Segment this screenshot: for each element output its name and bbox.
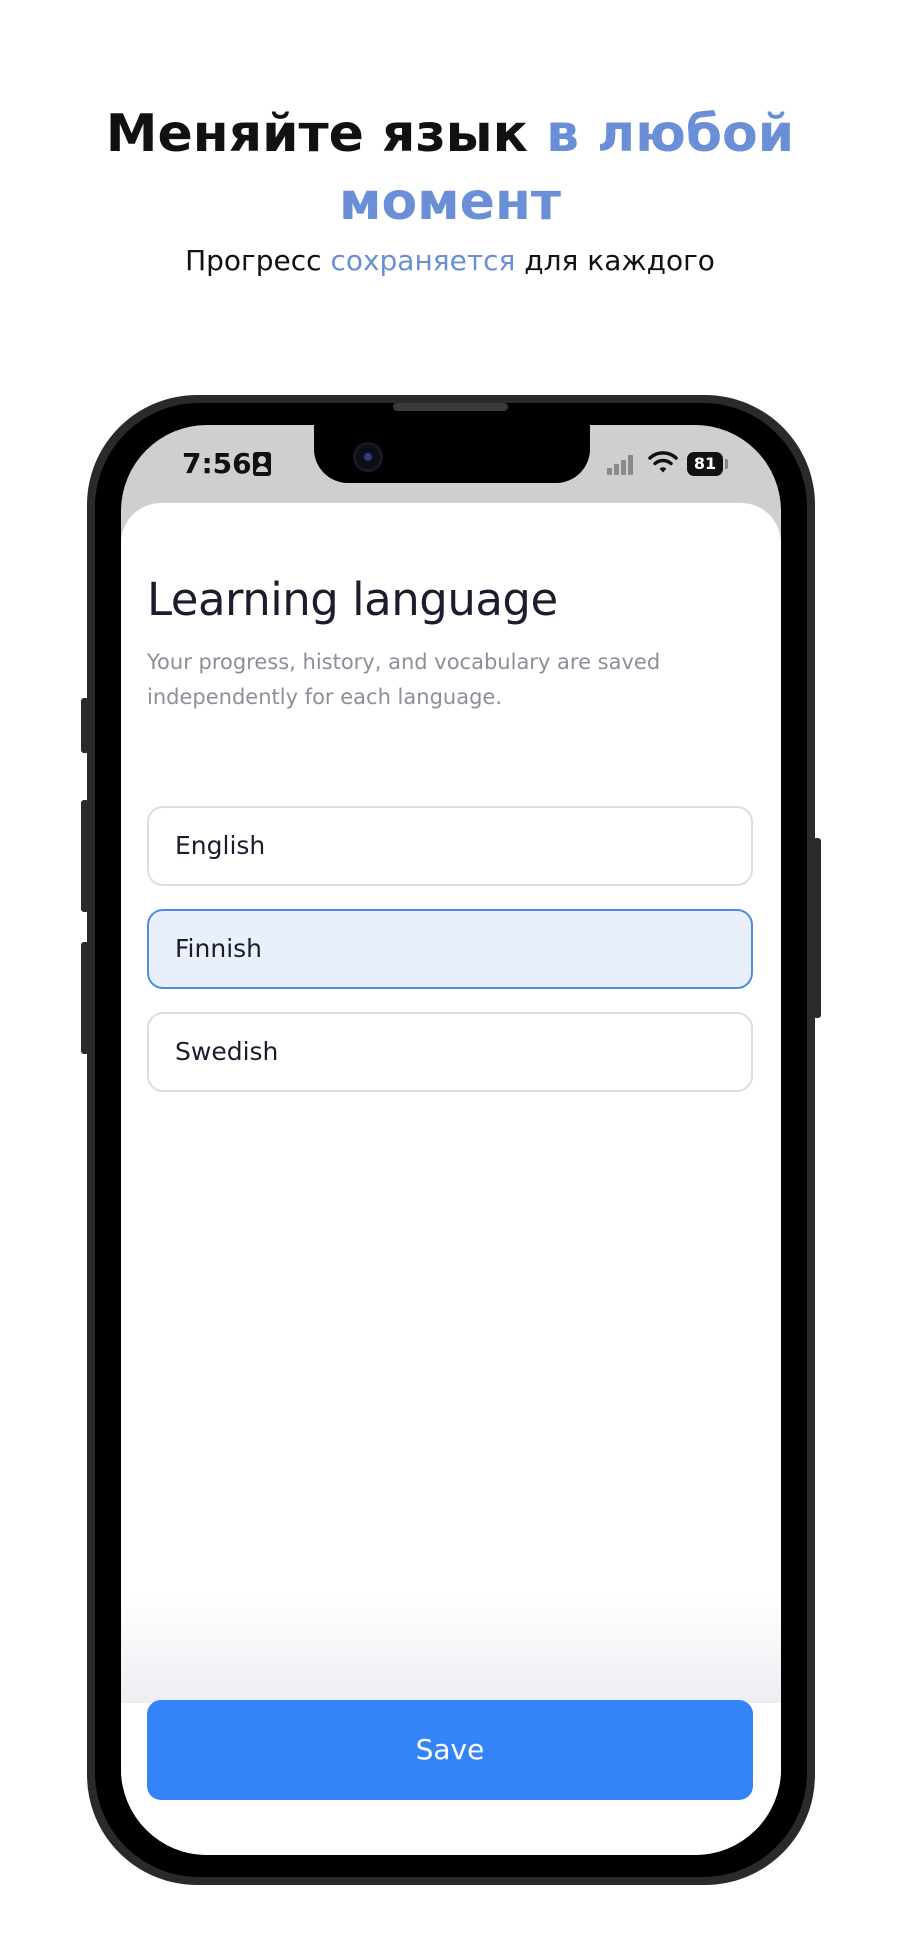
- language-sheet: Learning language Your progress, history…: [121, 503, 781, 1855]
- signal-icon: [607, 453, 641, 475]
- promo-subline: Прогресс сохраняется для каждого: [0, 244, 900, 277]
- wifi-icon: [648, 451, 678, 473]
- language-option-swedish[interactable]: Swedish: [147, 1012, 753, 1092]
- status-time: 7:56: [182, 447, 252, 480]
- battery-icon: 81: [687, 452, 723, 476]
- front-camera-icon: [353, 442, 383, 472]
- page-title: Learning language: [147, 573, 558, 626]
- language-option-finnish[interactable]: Finnish: [147, 909, 753, 989]
- bottom-fade: [121, 1593, 781, 1703]
- subline-text: Прогресс: [185, 244, 331, 277]
- battery-tip: [725, 459, 728, 469]
- power-button: [813, 838, 821, 1018]
- speaker-grille: [393, 403, 508, 411]
- promo-headline: Меняйте язык в любой момент: [0, 100, 900, 236]
- subline-accent: сохраняется: [330, 244, 516, 277]
- phone-screen: 7:56 81 Learning language Your progress,…: [121, 425, 781, 1855]
- language-option-label: Swedish: [175, 1037, 279, 1066]
- language-option-label: Finnish: [175, 934, 263, 963]
- subline-text-end: для каждого: [515, 244, 715, 277]
- volume-down-button: [81, 942, 89, 1054]
- battery-level: 81: [693, 454, 717, 473]
- mute-switch: [81, 698, 89, 753]
- page-description: Your progress, history, and vocabulary a…: [147, 650, 661, 709]
- save-button[interactable]: Save: [147, 1700, 753, 1800]
- headline-text: Меняйте язык: [105, 104, 547, 164]
- language-option-english[interactable]: English: [147, 806, 753, 886]
- language-option-label: English: [175, 831, 266, 860]
- volume-up-button: [81, 800, 89, 912]
- id-card-icon: [253, 452, 271, 476]
